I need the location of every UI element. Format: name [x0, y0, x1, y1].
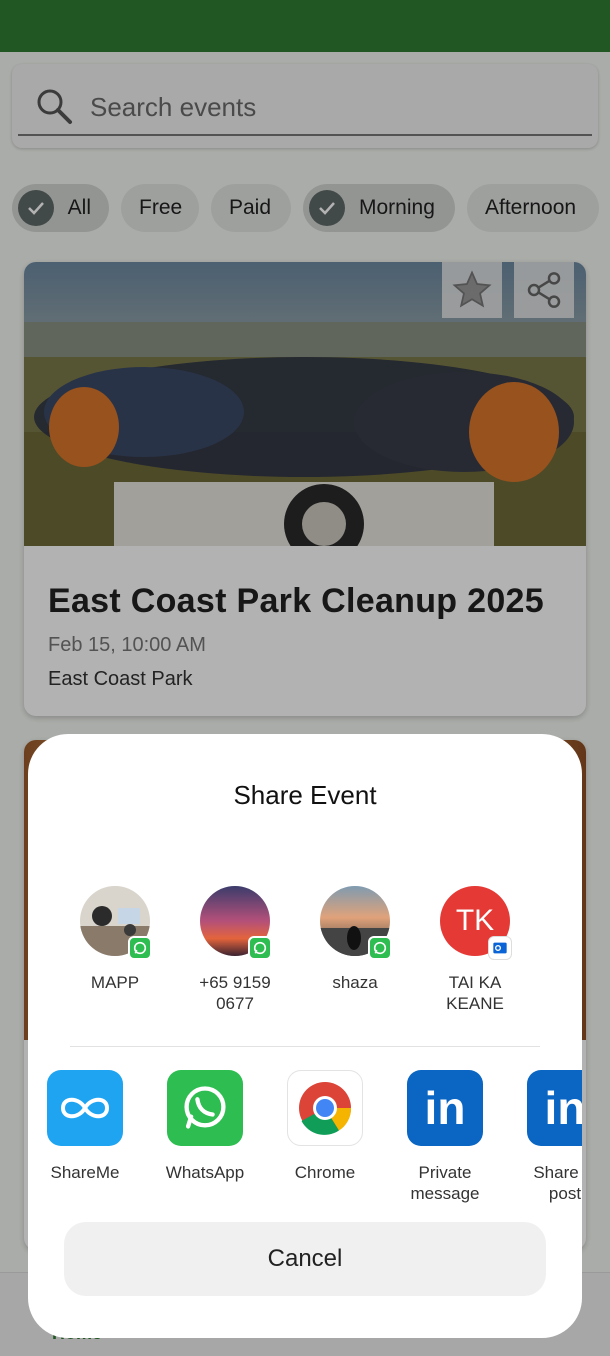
contact-name: +65 9159 0677: [199, 973, 271, 1013]
linkedin-icon: in: [407, 1070, 483, 1146]
app-name: Share in post: [533, 1163, 582, 1203]
whatsapp-icon: [167, 1070, 243, 1146]
app-name: ShareMe: [50, 1163, 120, 1182]
app-whatsapp[interactable]: WhatsApp: [145, 1070, 265, 1183]
contact-shaza[interactable]: shaza: [295, 886, 415, 993]
app-name: WhatsApp: [165, 1163, 245, 1182]
linkedin-icon: in: [527, 1070, 582, 1146]
whatsapp-icon: [248, 936, 272, 960]
contact-name: TAI KA KEANE: [446, 973, 504, 1013]
contact-tai-ka-keane[interactable]: TK TAI KA KEANE: [415, 886, 535, 1014]
shareme-icon: [47, 1070, 123, 1146]
app-shareme[interactable]: ShareMe: [28, 1070, 145, 1183]
share-divider: [70, 1046, 540, 1047]
chrome-icon: [287, 1070, 363, 1146]
app-linkedin-share-post[interactable]: in Share in post: [505, 1070, 582, 1204]
app-chrome[interactable]: Chrome: [265, 1070, 385, 1183]
contact-mapp[interactable]: MAPP: [55, 886, 175, 993]
whatsapp-icon: [128, 936, 152, 960]
avatar: [320, 886, 392, 960]
contact-name: shaza: [332, 973, 378, 992]
cancel-button[interactable]: Cancel: [64, 1222, 546, 1296]
app-linkedin-private-message[interactable]: in Private message: [385, 1070, 505, 1204]
whatsapp-icon: [368, 936, 392, 960]
avatar: [80, 886, 152, 960]
share-sheet-title: Share Event: [233, 780, 377, 810]
outlook-icon: [488, 936, 512, 960]
app-name: Private message: [410, 1163, 480, 1203]
share-sheet: Share Event MAPP +65 9159 0677 shaza TK …: [28, 734, 582, 1338]
contact-name: MAPP: [90, 973, 140, 992]
avatar: TK: [440, 886, 512, 960]
app-name: Chrome: [294, 1163, 356, 1182]
avatar: [200, 886, 272, 960]
contact-phone[interactable]: +65 9159 0677: [175, 886, 295, 1014]
